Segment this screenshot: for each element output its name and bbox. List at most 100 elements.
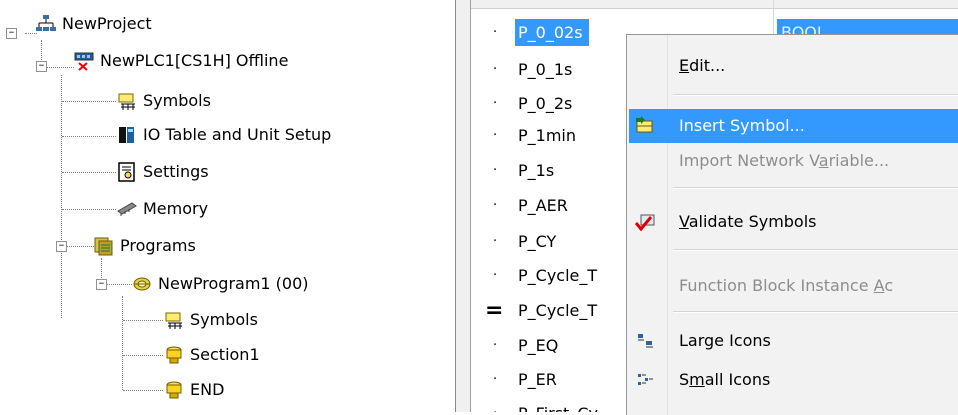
tree-node-end[interactable]: END <box>164 377 364 403</box>
row-marker: · <box>493 96 498 111</box>
menu-separator <box>673 249 958 251</box>
row-marker: · <box>493 25 498 40</box>
tree-node-program[interactable]: NewProgram1 (00) <box>132 271 412 297</box>
settings-icon <box>118 162 135 182</box>
menu-item-label: Function Block Instance Ac <box>679 276 894 295</box>
symbol-name: P_0_02s <box>515 19 589 46</box>
tree-node-label: NewProgram1 (00) <box>158 274 309 293</box>
tree-connector <box>62 209 116 210</box>
tree-connector <box>46 67 74 68</box>
menu-separator <box>673 94 958 96</box>
row-marker: · <box>493 268 498 283</box>
menu-item-insert-symbol[interactable]: Insert Symbol... <box>629 109 958 143</box>
tree-node-label: Symbols <box>190 310 258 329</box>
tree-connector <box>62 136 116 137</box>
tree-node-memory[interactable]: Memory <box>117 196 317 222</box>
menu-item-function-block-instance[interactable]: Function Block Instance Ac <box>629 269 958 303</box>
tree-connector <box>106 284 132 285</box>
tree-connector <box>62 101 116 102</box>
collapse-toggle[interactable]: − <box>6 28 17 39</box>
row-marker: · <box>493 198 498 213</box>
tree-node-plc[interactable]: NewPLC1[CS1H] Offline <box>74 48 404 74</box>
programs-icon <box>94 237 113 256</box>
tree-connector <box>123 355 163 356</box>
tree-connector <box>123 390 163 391</box>
tree-connector <box>66 246 94 247</box>
row-marker: = <box>485 298 504 323</box>
validate-check-icon <box>635 214 655 232</box>
memory-chip-icon <box>117 202 137 216</box>
large-icons-icon <box>638 334 653 348</box>
symbol-name: P_AER <box>518 196 568 215</box>
tree-node-label: NewProject <box>62 14 152 33</box>
row-marker: · <box>493 128 498 143</box>
tree-node-label: Symbols <box>143 91 211 110</box>
section-icon <box>166 381 182 399</box>
splitter[interactable] <box>456 0 470 412</box>
menu-item-import-network-variable[interactable]: Import Network Variable... <box>629 144 958 178</box>
symbol-name: P_0_1s <box>518 60 573 79</box>
symbol-name: P_First_Cy <box>518 398 598 412</box>
tree-node-label: IO Table and Unit Setup <box>143 125 332 144</box>
tree-node-label: Programs <box>120 236 196 255</box>
tree-connector <box>123 320 163 321</box>
symbols-table-icon <box>118 93 135 110</box>
tree-connector <box>62 172 116 173</box>
section-icon <box>166 346 182 364</box>
tree-node-label: END <box>190 380 225 399</box>
tree-node-io-table[interactable]: IO Table and Unit Setup <box>117 122 417 148</box>
menu-item-label: Small Icons <box>679 370 771 389</box>
collapse-toggle[interactable]: − <box>36 61 47 72</box>
tree-node-program-symbols[interactable]: Symbols <box>164 307 364 333</box>
context-menu[interactable]: Edit... Insert Symbol... Import Network … <box>626 34 958 415</box>
menu-item-label: Import Network Variable... <box>679 151 890 170</box>
tree-node-symbols[interactable]: Symbols <box>117 88 317 114</box>
tree-node-label: NewPLC1[CS1H] Offline <box>100 51 289 70</box>
row-marker: · <box>493 62 498 77</box>
project-tree[interactable]: − − − − NewProject NewPLC1[CS1H] Offline… <box>0 0 456 412</box>
insert-symbol-icon <box>636 116 653 133</box>
list-header <box>471 0 958 9</box>
symbol-name: P_EQ <box>518 336 559 355</box>
network-project-icon <box>36 15 56 31</box>
tree-connector <box>122 296 123 390</box>
tree-connector <box>41 40 42 62</box>
tree-node-programs[interactable]: Programs <box>94 233 294 259</box>
tree-node-settings[interactable]: Settings <box>117 159 317 185</box>
tree-connector <box>61 75 62 318</box>
small-icons-icon <box>638 374 653 385</box>
symbols-table-icon <box>165 312 182 329</box>
collapse-toggle[interactable]: − <box>96 279 107 290</box>
menu-item-small-icons[interactable]: Small Icons <box>629 363 958 397</box>
symbol-name: P_0_2s <box>518 94 573 113</box>
symbol-name: P_1min <box>518 126 576 145</box>
row-marker: · <box>493 372 498 387</box>
menu-separator <box>673 187 958 189</box>
menu-item-label: Edit... <box>679 56 726 75</box>
row-marker: · <box>493 234 498 249</box>
menu-item-large-icons[interactable]: Large Icons <box>629 324 958 358</box>
symbol-name: P_ER <box>518 370 557 389</box>
io-table-icon <box>119 127 134 143</box>
row-marker: · <box>493 398 501 412</box>
menu-item-edit[interactable]: Edit... <box>629 49 958 83</box>
menu-separator <box>673 311 958 313</box>
symbol-name: P_CY <box>518 232 557 251</box>
tree-node-label: Section1 <box>190 345 260 364</box>
menu-item-label: Insert Symbol... <box>679 116 805 135</box>
menu-item-validate-symbols[interactable]: Validate Symbols <box>629 205 958 239</box>
menu-item-label: Large Icons <box>679 331 771 350</box>
row-marker: · <box>493 163 498 178</box>
collapse-toggle[interactable]: − <box>56 241 67 252</box>
symbol-name: P_Cycle_T <box>518 301 598 320</box>
tree-node-label: Settings <box>143 162 209 181</box>
plc-offline-icon <box>74 52 94 71</box>
tree-node-project[interactable]: NewProject <box>36 11 336 37</box>
symbol-name: P_Cycle_T <box>518 266 598 285</box>
program-icon <box>133 277 151 291</box>
tree-node-label: Memory <box>143 199 209 218</box>
tree-node-section1[interactable]: Section1 <box>164 342 364 368</box>
symbol-name: P_1s <box>518 161 555 180</box>
menu-item-label: Validate Symbols <box>679 212 817 231</box>
row-marker: · <box>493 338 498 353</box>
